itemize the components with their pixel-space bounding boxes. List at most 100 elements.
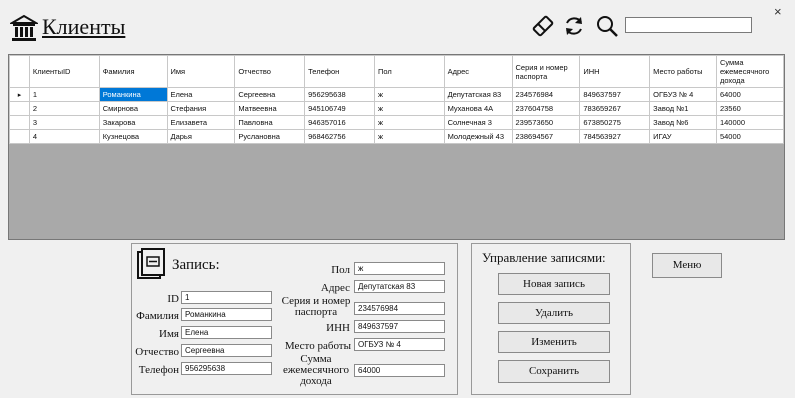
id-field[interactable]: 1 [181,291,272,304]
eraser-icon[interactable] [531,14,555,38]
table-cell[interactable]: ж [373,101,445,116]
patronymic-field[interactable]: Сергеевна [181,344,272,357]
table-row[interactable]: ▸ 1 Романкина Елена Сергеевна 956295638 … [9,87,784,102]
column-header[interactable]: Сумма ежемесячного дохода [715,55,784,88]
column-header[interactable]: Серия и номер паспорта [511,55,581,88]
column-header[interactable]: Отчество [234,55,306,88]
row-header[interactable] [9,101,30,116]
save-button[interactable]: Сохранить [498,360,610,383]
page-title: Клиенты [42,14,126,39]
workplace-label: Место работы [284,340,351,352]
table-cell[interactable]: 849637597 [579,87,651,102]
phone-field[interactable]: 956295638 [181,362,272,375]
table-cell[interactable]: Руслановна [234,129,306,144]
table-cell[interactable]: Депутатская 83 [443,87,513,102]
table-cell[interactable]: ж [373,129,445,144]
row-header[interactable] [9,115,30,130]
search-input[interactable] [625,17,752,33]
table-cell[interactable]: Дарья [166,129,236,144]
income-field[interactable]: 64000 [354,364,445,377]
column-header[interactable]: Имя [166,55,236,88]
table-cell-selected[interactable]: Романкина [98,87,168,102]
table-row[interactable]: 2 Смирнова Стефания Матвеевна 945106749 … [9,101,784,116]
table-cell[interactable]: Завод №6 [649,115,717,130]
column-header[interactable]: Адрес [443,55,513,88]
table-cell[interactable]: Матвеевна [234,101,306,116]
inn-field[interactable]: 849637597 [354,320,445,333]
column-header[interactable]: КлиентыID [28,55,100,88]
table-cell[interactable]: 239573650 [511,115,581,130]
passport-label: Серия и номер паспорта [281,295,351,318]
gender-field[interactable]: ж [354,262,445,275]
table-cell[interactable]: 238694567 [511,129,581,144]
table-cell[interactable]: 140000 [715,115,784,130]
address-label: Адрес [320,282,350,294]
refresh-icon[interactable] [562,14,586,38]
record-panel: Запись: ID 1 Фамилия Романкина Имя Елена… [131,243,458,395]
table-cell[interactable]: Молодежный 43 [443,129,513,144]
table-cell[interactable]: 946357016 [304,115,375,130]
card-icon [137,248,165,279]
table-cell[interactable]: ОГБУЗ № 4 [649,87,717,102]
table-cell[interactable]: Стефания [166,101,236,116]
table-cell[interactable]: Завод №1 [649,101,717,116]
table-cell[interactable]: 1 [28,87,100,102]
table-row[interactable]: 3 Закарова Елизавета Павловна 946357016 … [9,115,784,130]
phone-label: Телефон [138,364,179,376]
table-cell[interactable]: Кузнецова [98,129,168,144]
table-cell[interactable]: 945106749 [304,101,375,116]
table-cell[interactable]: ж [373,115,445,130]
search-icon[interactable] [595,14,619,38]
table-cell[interactable]: 673850275 [579,115,651,130]
current-row-marker[interactable]: ▸ [9,87,30,102]
table-cell[interactable]: 783659267 [579,101,651,116]
column-header[interactable]: Пол [373,55,445,88]
table-cell[interactable]: ж [373,87,445,102]
delete-button[interactable]: Удалить [498,302,610,324]
table-cell[interactable]: 2 [28,101,100,116]
table-cell[interactable]: Павловна [234,115,306,130]
surname-field[interactable]: Романкина [181,308,272,321]
table-cell[interactable]: Елена [166,87,236,102]
table-cell[interactable]: Закарова [98,115,168,130]
table-header-row: КлиентыID Фамилия Имя Отчество Телефон П… [9,55,784,88]
clients-data-grid[interactable]: КлиентыID Фамилия Имя Отчество Телефон П… [8,54,785,240]
new-record-button[interactable]: Новая запись [498,273,610,295]
column-header[interactable]: Место работы [649,55,717,88]
table-cell[interactable]: 3 [28,115,100,130]
table-cell[interactable]: Солнечная 3 [443,115,513,130]
table-cell[interactable]: 23560 [715,101,784,116]
close-button[interactable]: × [774,4,782,19]
table-cell[interactable]: 956295638 [304,87,375,102]
table-cell[interactable]: 234576984 [511,87,581,102]
record-management-panel: Управление записями: Новая запись Удалит… [471,243,631,395]
table-cell[interactable]: Елизавета [166,115,236,130]
table-row[interactable]: 4 Кузнецова Дарья Руслановна 968462756 ж… [9,129,784,144]
table-cell[interactable]: 4 [28,129,100,144]
column-header[interactable]: Телефон [304,55,375,88]
table-cell[interactable]: Смирнова [98,101,168,116]
table-cell[interactable]: ИГАУ [649,129,717,144]
table-cell[interactable]: 968462756 [304,129,375,144]
table-cell[interactable]: 237604758 [511,101,581,116]
edit-button[interactable]: Изменить [498,331,610,353]
table-cell[interactable]: Муханова 4А [443,101,513,116]
row-header[interactable] [9,129,30,144]
surname-label: Фамилия [136,310,179,322]
bank-building-icon [10,14,38,41]
address-field[interactable]: Депутатская 83 [354,280,445,293]
menu-button[interactable]: Меню [652,253,722,278]
name-label: Имя [159,328,179,340]
inn-label: ИНН [326,322,350,334]
table-cell[interactable]: 64000 [715,87,784,102]
column-header[interactable]: ИНН [579,55,651,88]
passport-field[interactable]: 234576984 [354,302,445,315]
name-field[interactable]: Елена [181,326,272,339]
table-cell[interactable]: 784563927 [579,129,651,144]
table-cell[interactable]: 54000 [715,129,784,144]
patronymic-label: Отчество [135,346,179,358]
column-header[interactable]: Фамилия [98,55,168,88]
table-cell[interactable]: Сергеевна [234,87,306,102]
workplace-field[interactable]: ОГБУЗ № 4 [354,338,445,351]
row-header-corner [9,55,30,88]
